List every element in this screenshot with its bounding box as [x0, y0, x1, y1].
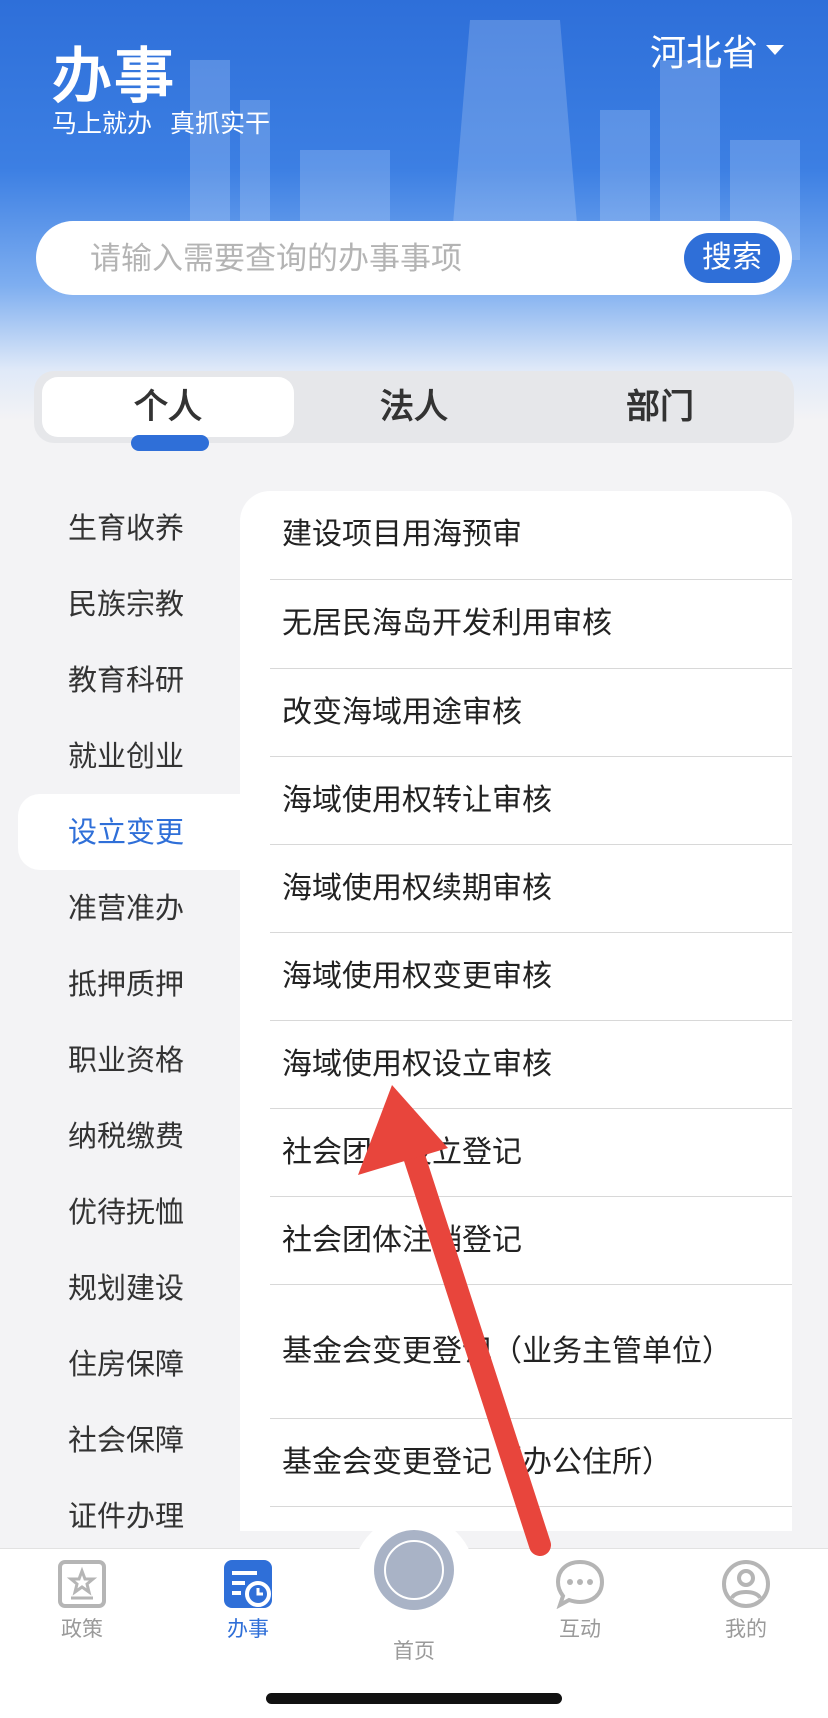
sidebar-item[interactable]: 就业创业 [0, 718, 240, 794]
region-label: 河北省 [649, 33, 758, 74]
active-tab-indicator [131, 435, 209, 451]
sidebar-item-active[interactable]: 设立变更 [18, 794, 248, 870]
search-input[interactable] [88, 221, 652, 297]
header-banner: 办事 马上就办 真抓实干 河北省 [0, 0, 828, 420]
chat-bubble-icon [555, 1559, 605, 1609]
service-item[interactable]: 改变海域用途审核 [270, 669, 792, 757]
tab-personal[interactable]: 个人 [42, 377, 294, 437]
category-sidebar: 生育收养 民族宗教 教育科研 就业创业 设立变更 准营准办 抵押质押 职业资格 … [0, 490, 248, 1554]
service-item[interactable]: 社会团体设立登记 [270, 1109, 792, 1197]
service-item[interactable]: 社会团体注销登记 [270, 1197, 792, 1285]
sidebar-item[interactable]: 证件办理 [0, 1478, 240, 1554]
sidebar-item[interactable]: 生育收养 [0, 490, 240, 566]
tabbar-label: 办事 [227, 1617, 269, 1641]
tabbar-label: 互动 [559, 1617, 601, 1641]
sidebar-item[interactable]: 民族宗教 [0, 566, 240, 642]
region-selector[interactable]: 河北省 [650, 24, 784, 76]
tabbar-label: 政策 [61, 1617, 103, 1641]
tabbar-item-interaction[interactable]: 互动 [520, 1549, 640, 1643]
service-item[interactable]: 海域使用权转让审核 [270, 757, 792, 845]
sidebar-item[interactable]: 职业资格 [0, 1022, 240, 1098]
sidebar-item[interactable]: 准营准办 [0, 870, 240, 946]
tabbar-item-mine[interactable]: 我的 [686, 1549, 806, 1643]
services-clock-icon [224, 1560, 272, 1608]
slogan-text: 马上就办 [52, 109, 153, 138]
service-item[interactable]: 海域使用权续期审核 [270, 845, 792, 933]
tab-department[interactable]: 部门 [534, 377, 786, 437]
service-item[interactable]: 建设项目用海预审 [270, 491, 792, 580]
slogan: 马上就办 真抓实干 [52, 104, 288, 140]
service-item[interactable]: 基金会变更登记（业务主管单位） [270, 1285, 792, 1419]
emblem-icon[interactable] [374, 1530, 454, 1610]
home-indicator [266, 1693, 562, 1704]
service-list: 建设项目用海预审 无居民海岛开发利用审核 改变海域用途审核 海域使用权转让审核 … [240, 491, 792, 1531]
sidebar-item[interactable]: 优待抚恤 [0, 1174, 240, 1250]
search-bar: 搜索 [36, 221, 792, 297]
service-item[interactable]: 无居民海岛开发利用审核 [270, 580, 792, 669]
tabbar-item-services[interactable]: 办事 [188, 1549, 308, 1643]
page-title: 办事 [52, 42, 176, 112]
tabbar-item-policy[interactable]: 政策 [22, 1549, 142, 1643]
sidebar-item[interactable]: 纳税缴费 [0, 1098, 240, 1174]
service-item[interactable]: 基金会变更登记（办公住所） [270, 1419, 792, 1507]
tab-legal-person[interactable]: 法人 [288, 377, 540, 437]
sidebar-item[interactable]: 抵押质押 [0, 946, 240, 1022]
sidebar-item-label: 设立变更 [68, 815, 185, 849]
tabbar-label: 我的 [725, 1617, 767, 1641]
service-item[interactable]: 海域使用权变更审核 [270, 933, 792, 1021]
tabbar-label: 首页 [393, 1639, 435, 1663]
sidebar-item[interactable]: 社会保障 [0, 1402, 240, 1478]
sidebar-item[interactable]: 住房保障 [0, 1326, 240, 1402]
service-item[interactable]: 海域使用权设立审核 [270, 1021, 792, 1109]
sidebar-item[interactable]: 教育科研 [0, 642, 240, 718]
user-profile-icon [722, 1560, 770, 1608]
sidebar-item[interactable]: 规划建设 [0, 1250, 240, 1326]
search-button[interactable]: 搜索 [684, 233, 780, 283]
policy-document-icon [58, 1560, 106, 1608]
category-tabs: 个人 法人 部门 [34, 371, 794, 443]
caret-down-icon [766, 45, 784, 55]
slogan-text: 真抓实干 [170, 109, 271, 138]
